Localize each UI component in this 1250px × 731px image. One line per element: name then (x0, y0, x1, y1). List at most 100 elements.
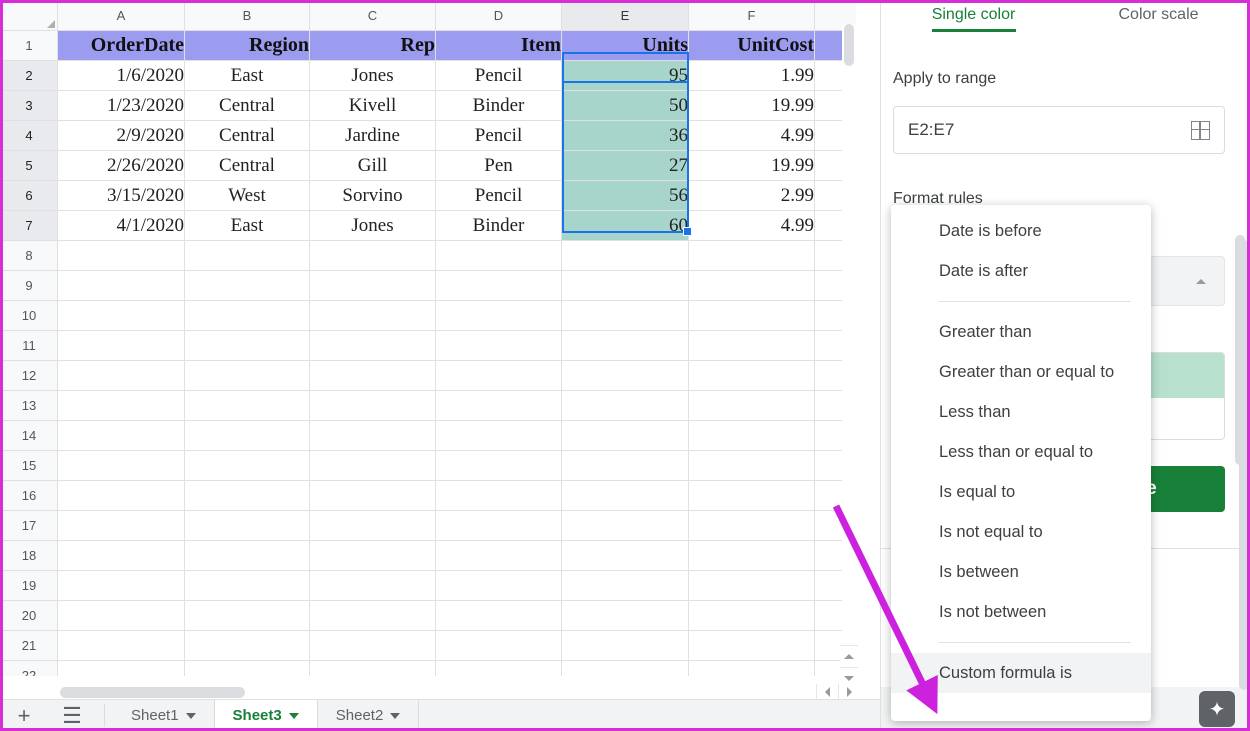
dropdown-items[interactable]: Date is Date is before Date is after Gre… (891, 205, 1151, 693)
cell-e11[interactable] (562, 331, 689, 361)
cell-a20[interactable] (58, 601, 185, 631)
cell-b12[interactable] (185, 361, 310, 391)
cell-b6[interactable]: West (185, 181, 310, 211)
cell-d20[interactable] (436, 601, 562, 631)
grid-viewport[interactable]: A B C D E F 1 OrderDate Region Rep Item … (0, 0, 856, 676)
row-header-2[interactable]: 2 (1, 61, 58, 91)
row-header-6[interactable]: 6 (1, 181, 58, 211)
cell-b22[interactable] (185, 661, 310, 677)
cell-a10[interactable] (58, 301, 185, 331)
row-header-15[interactable]: 15 (1, 451, 58, 481)
table-row[interactable]: 13 (1, 391, 857, 421)
cell-b20[interactable] (185, 601, 310, 631)
cell-d13[interactable] (436, 391, 562, 421)
cell-c10[interactable] (310, 301, 436, 331)
menu-item-custom-formula-is[interactable]: Custom formula is (891, 653, 1151, 693)
cell-f21[interactable] (689, 631, 815, 661)
cell-c5[interactable]: Gill (310, 151, 436, 181)
add-sheet-button[interactable]: + (0, 700, 48, 731)
column-header-d[interactable]: D (436, 1, 562, 31)
cell-d17[interactable] (436, 511, 562, 541)
cell-f4[interactable]: 4.99 (689, 121, 815, 151)
cell-c1[interactable]: Rep (310, 31, 436, 61)
column-header-c[interactable]: C (310, 1, 436, 31)
menu-item-is-not-equal-to[interactable]: Is not equal to (891, 512, 1151, 552)
cell-d3[interactable]: Binder (436, 91, 562, 121)
cell-e16[interactable] (562, 481, 689, 511)
menu-item-is-equal-to[interactable]: Is equal to (891, 472, 1151, 512)
cell-d8[interactable] (436, 241, 562, 271)
cell-f14[interactable] (689, 421, 815, 451)
grid-select-icon[interactable] (1191, 121, 1210, 140)
cell-a3[interactable]: 1/23/2020 (58, 91, 185, 121)
table-row[interactable]: 20 (1, 601, 857, 631)
vertical-scroll-buttons[interactable] (840, 645, 858, 687)
menu-item-date-is-after[interactable]: Date is after (891, 251, 1151, 291)
cell-d22[interactable] (436, 661, 562, 677)
table-row[interactable]: 8 (1, 241, 857, 271)
panel-tabs[interactable]: Single color Color scale (881, 0, 1250, 50)
cell-a16[interactable] (58, 481, 185, 511)
cell-a1[interactable]: OrderDate (58, 31, 185, 61)
cell-f9[interactable] (689, 271, 815, 301)
column-header-e[interactable]: E (562, 1, 689, 31)
sheet-tab-sheet3[interactable]: Sheet3 (215, 700, 318, 731)
chevron-down-icon[interactable] (289, 713, 299, 719)
sheet-tab-sheet2[interactable]: Sheet2 (318, 700, 420, 731)
cell-a8[interactable] (58, 241, 185, 271)
menu-item-is-not-between[interactable]: Is not between (891, 592, 1151, 632)
cell-b21[interactable] (185, 631, 310, 661)
menu-item-greater-than-or-equal-to[interactable]: Greater than or equal to (891, 352, 1151, 392)
cell-a13[interactable] (58, 391, 185, 421)
row-header-14[interactable]: 14 (1, 421, 58, 451)
column-header-b[interactable]: B (185, 1, 310, 31)
table-row[interactable]: 4 2/9/2020 Central Jardine Pencil 36 4.9… (1, 121, 857, 151)
cell-a11[interactable] (58, 331, 185, 361)
row-header-20[interactable]: 20 (1, 601, 58, 631)
cell-e10[interactable] (562, 301, 689, 331)
cell-e2[interactable]: 95 (562, 61, 689, 91)
dropdown-scroll-thumb[interactable] (1235, 235, 1245, 465)
cell-f20[interactable] (689, 601, 815, 631)
spreadsheet-grid[interactable]: A B C D E F 1 OrderDate Region Rep Item … (0, 0, 856, 676)
cell-d2[interactable]: Pencil (436, 61, 562, 91)
cell-c19[interactable] (310, 571, 436, 601)
cell-f5[interactable]: 19.99 (689, 151, 815, 181)
cell-c6[interactable]: Sorvino (310, 181, 436, 211)
cell-c17[interactable] (310, 511, 436, 541)
cell-e4[interactable]: 36 (562, 121, 689, 151)
column-header-f[interactable]: F (689, 1, 815, 31)
cell-b13[interactable] (185, 391, 310, 421)
cell-e21[interactable] (562, 631, 689, 661)
row-header-5[interactable]: 5 (1, 151, 58, 181)
grid-vertical-scrollbar[interactable] (842, 24, 856, 649)
row-header-17[interactable]: 17 (1, 511, 58, 541)
table-row[interactable]: 21 (1, 631, 857, 661)
table-row[interactable]: 3 1/23/2020 Central Kivell Binder 50 19.… (1, 91, 857, 121)
explore-button[interactable]: ✦ (1199, 691, 1235, 727)
condition-dropdown-menu[interactable]: Date is Date is before Date is after Gre… (891, 205, 1151, 721)
cell-f6[interactable]: 2.99 (689, 181, 815, 211)
cell-e14[interactable] (562, 421, 689, 451)
cell-e12[interactable] (562, 361, 689, 391)
cell-c13[interactable] (310, 391, 436, 421)
table-row[interactable]: 15 (1, 451, 857, 481)
fill-handle[interactable] (683, 227, 692, 236)
cell-c20[interactable] (310, 601, 436, 631)
table-row-header[interactable]: 1 OrderDate Region Rep Item Units UnitCo… (1, 31, 857, 61)
cell-e3[interactable]: 50 (562, 91, 689, 121)
horizontal-scroll-buttons[interactable] (816, 684, 860, 700)
cell-c12[interactable] (310, 361, 436, 391)
row-header-11[interactable]: 11 (1, 331, 58, 361)
cell-a6[interactable]: 3/15/2020 (58, 181, 185, 211)
cell-b5[interactable]: Central (185, 151, 310, 181)
scroll-right-button[interactable] (838, 684, 860, 700)
table-row[interactable]: 19 (1, 571, 857, 601)
cell-b4[interactable]: Central (185, 121, 310, 151)
cell-f22[interactable] (689, 661, 815, 677)
cell-d6[interactable]: Pencil (436, 181, 562, 211)
chevron-down-icon[interactable] (186, 713, 196, 719)
cell-d7[interactable]: Binder (436, 211, 562, 241)
cell-a17[interactable] (58, 511, 185, 541)
menu-item-less-than[interactable]: Less than (891, 392, 1151, 432)
